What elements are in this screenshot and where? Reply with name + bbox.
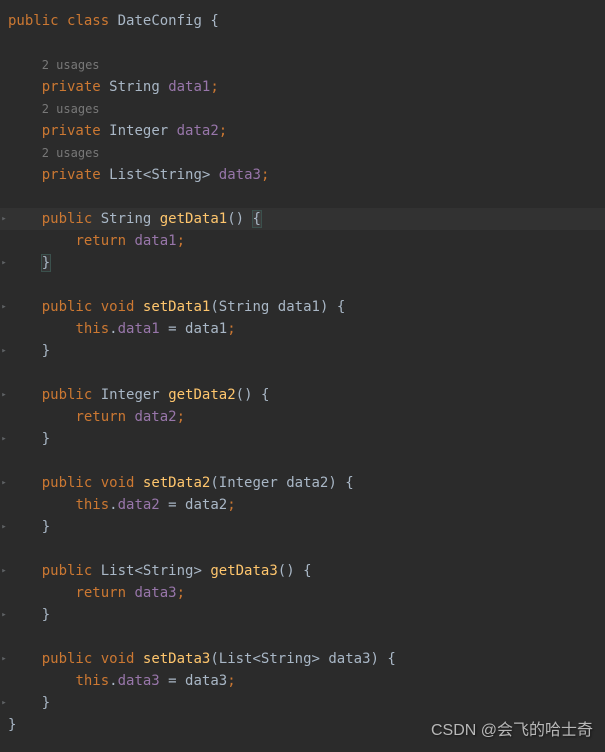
- code-line: return data2;: [0, 406, 605, 428]
- blank-line: [0, 626, 605, 648]
- code-line: ▸ public List<String> getData3() {: [0, 560, 605, 582]
- fold-icon[interactable]: ▸: [0, 472, 8, 494]
- keyword: return: [75, 233, 126, 249]
- method-name: setData3: [143, 651, 210, 667]
- type: Integer: [109, 123, 168, 139]
- usage-hint: 2 usages: [42, 102, 100, 116]
- code-line: this.data1 = data1;: [0, 318, 605, 340]
- method-name: setData2: [143, 475, 210, 491]
- code-line: return data1;: [0, 230, 605, 252]
- code-line: ▸ public String getData1() {: [0, 208, 605, 230]
- code-line: ▸ }: [0, 340, 605, 362]
- semicolon: ;: [219, 123, 227, 139]
- fold-icon[interactable]: ▸: [0, 692, 8, 714]
- hint-line: 2 usages: [0, 98, 605, 120]
- code-line: ▸ }: [0, 252, 605, 274]
- method-name: getData1: [160, 211, 227, 227]
- code-line: ▸ }: [0, 604, 605, 626]
- code-line: this.data2 = data2;: [0, 494, 605, 516]
- brace-close: }: [42, 255, 50, 271]
- method-name: getData3: [210, 563, 277, 579]
- field: data1: [168, 79, 210, 95]
- blank-line: [0, 186, 605, 208]
- code-line: ▸ }: [0, 428, 605, 450]
- fold-icon[interactable]: ▸: [0, 516, 8, 538]
- keyword: private: [42, 79, 101, 95]
- code-line: ▸ }: [0, 692, 605, 714]
- code-line: ▸ public void setData3(List<String> data…: [0, 648, 605, 670]
- code-line: ▸ public void setData2(Integer data2) {: [0, 472, 605, 494]
- blank-line: [0, 450, 605, 472]
- fold-icon[interactable]: ▸: [0, 560, 8, 582]
- field: data1: [134, 233, 176, 249]
- field: data1: [118, 321, 160, 337]
- fold-icon[interactable]: ▸: [0, 296, 8, 318]
- fold-icon[interactable]: ▸: [0, 604, 8, 626]
- fold-icon[interactable]: ▸: [0, 340, 8, 362]
- keyword: private: [42, 123, 101, 139]
- field: data2: [177, 123, 219, 139]
- generic-close: >: [202, 167, 210, 183]
- method-name: setData1: [143, 299, 210, 315]
- fold-icon[interactable]: ▸: [0, 208, 8, 230]
- usage-hint: 2 usages: [42, 146, 100, 160]
- keyword: private: [42, 167, 101, 183]
- blank-line: [0, 274, 605, 296]
- code-line: private Integer data2;: [0, 120, 605, 142]
- brace-open: {: [210, 13, 218, 29]
- code-line: this.data3 = data3;: [0, 670, 605, 692]
- class-name: DateConfig: [118, 13, 202, 29]
- keyword: public: [42, 299, 93, 315]
- code-line: ▸ public Integer getData2() {: [0, 384, 605, 406]
- watermark: CSDN @会飞的哈士奇: [431, 720, 593, 742]
- code-line: return data3;: [0, 582, 605, 604]
- keyword: class: [67, 13, 109, 29]
- fold-icon[interactable]: ▸: [0, 384, 8, 406]
- code-line: private List<String> data3;: [0, 164, 605, 186]
- type: String: [151, 167, 202, 183]
- code-line: ▸ }: [0, 516, 605, 538]
- code-line: public class DateConfig {: [0, 10, 605, 32]
- keyword: void: [101, 299, 135, 315]
- type: String: [101, 211, 152, 227]
- hint-line: 2 usages: [0, 54, 605, 76]
- code-line: private String data1;: [0, 76, 605, 98]
- keyword: public: [8, 13, 59, 29]
- semicolon: ;: [261, 167, 269, 183]
- usage-hint: 2 usages: [42, 58, 100, 72]
- fold-icon[interactable]: ▸: [0, 252, 8, 274]
- keyword: public: [42, 211, 93, 227]
- code-editor[interactable]: public class DateConfig { 2 usages priva…: [0, 0, 605, 736]
- field: data3: [219, 167, 261, 183]
- hint-line: 2 usages: [0, 142, 605, 164]
- brace-open: {: [253, 211, 261, 227]
- code-line: ▸ public void setData1(String data1) {: [0, 296, 605, 318]
- blank-line: [0, 538, 605, 560]
- semicolon: ;: [210, 79, 218, 95]
- blank-line: [0, 32, 605, 54]
- brace-close: }: [8, 717, 16, 733]
- keyword: this: [75, 321, 109, 337]
- type: String: [109, 79, 160, 95]
- type: List: [109, 167, 143, 183]
- fold-icon[interactable]: ▸: [0, 428, 8, 450]
- method-name: getData2: [168, 387, 235, 403]
- fold-icon[interactable]: ▸: [0, 648, 8, 670]
- blank-line: [0, 362, 605, 384]
